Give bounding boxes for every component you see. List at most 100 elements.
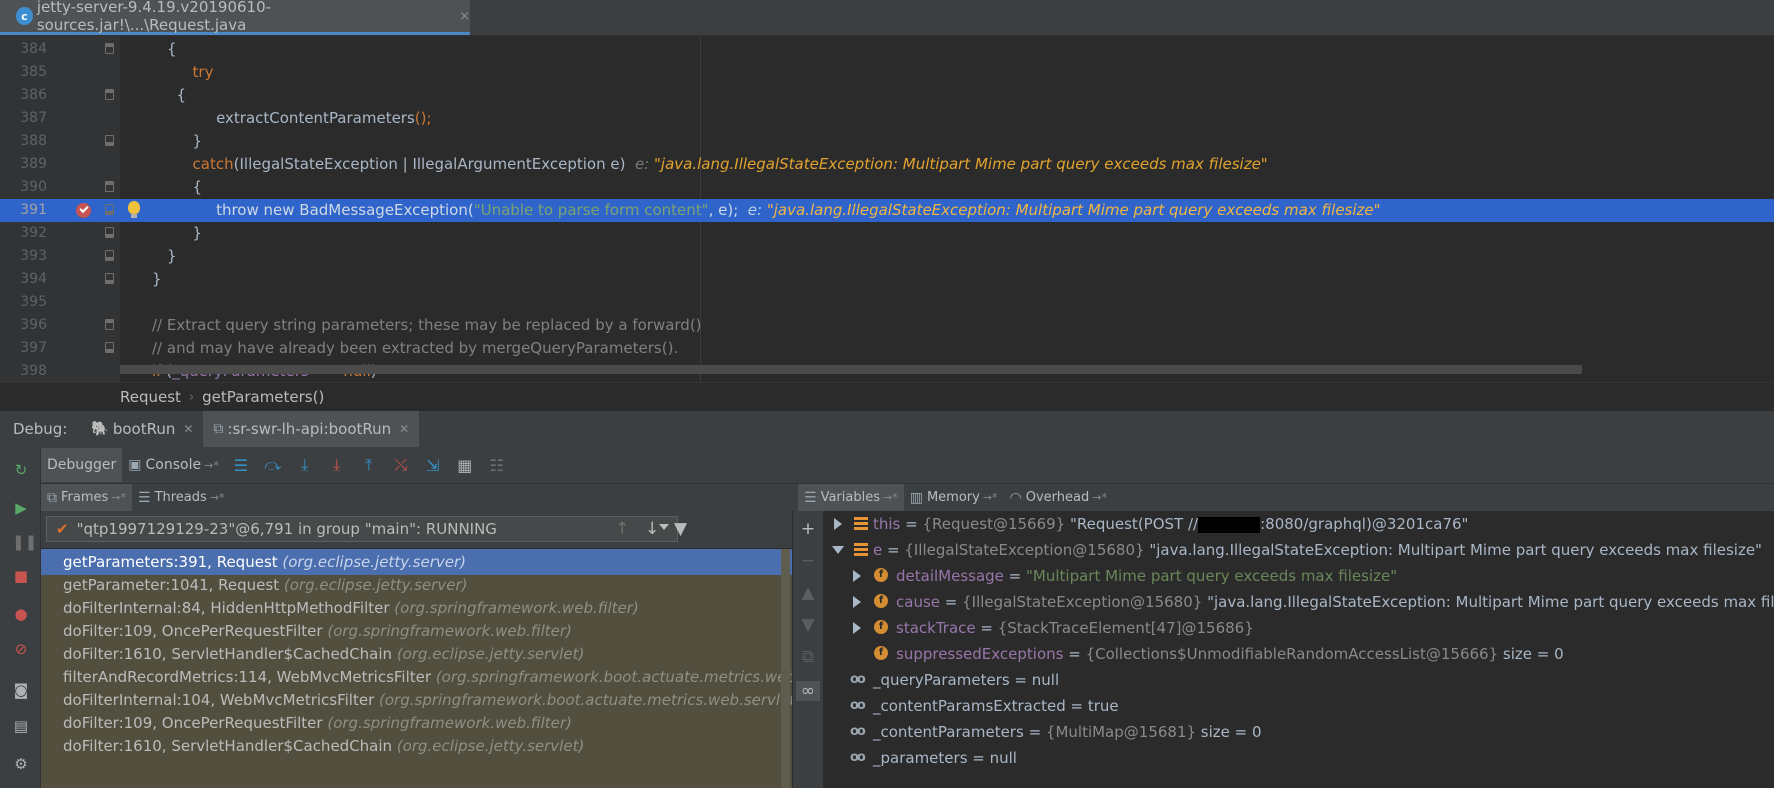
camera-icon[interactable]: ◙: [12, 681, 30, 699]
line-number[interactable]: 394: [0, 268, 47, 291]
layout-icon[interactable]: ▤: [12, 717, 30, 735]
editor-horizontal-scrollbar[interactable]: [120, 365, 1582, 374]
fold-marker-icon[interactable]: [105, 250, 114, 261]
code-line[interactable]: 386 {: [0, 84, 1774, 107]
evaluate-expression-icon[interactable]: ▦: [454, 456, 476, 475]
step-over-icon[interactable]: ⤼: [262, 455, 284, 475]
close-tab-icon[interactable]: ×: [459, 9, 470, 24]
show-watches-icon[interactable]: ∞: [796, 681, 820, 701]
fold-marker-icon[interactable]: [105, 342, 114, 353]
code-line[interactable]: 390 {: [0, 176, 1774, 199]
threads-tab[interactable]: ☰ Threads →*: [132, 484, 231, 511]
variable-row-parameters[interactable]: oo _parameters = null: [823, 745, 1017, 771]
fold-marker-icon[interactable]: [105, 273, 114, 284]
run-to-cursor-icon[interactable]: ⇲: [422, 456, 444, 475]
arrow-down-icon[interactable]: ↓: [645, 519, 659, 539]
fold-marker-icon[interactable]: [105, 181, 114, 192]
variable-row-detail-message[interactable]: f detailMessage = "Multipart Mime part q…: [823, 563, 1397, 589]
line-number[interactable]: 390: [0, 176, 47, 199]
line-number[interactable]: 397: [0, 337, 47, 360]
line-number[interactable]: 388: [0, 130, 47, 153]
frames-scrollbar[interactable]: [781, 549, 790, 788]
code-line[interactable]: 396 // Extract query string parameters; t…: [0, 314, 1774, 337]
editor-tab-request-java[interactable]: c jetty-server-9.4.19.v20190610-sources.…: [0, 0, 470, 35]
variables-tab[interactable]: ☰ Variables →*: [798, 484, 904, 511]
view-breakpoints-icon[interactable]: ●: [12, 605, 30, 623]
fold-marker-icon[interactable]: [105, 319, 114, 330]
code-line[interactable]: 391 throw new BadMessageException("Unabl…: [0, 199, 1774, 222]
intention-bulb-icon[interactable]: [128, 201, 140, 218]
line-number[interactable]: 392: [0, 222, 47, 245]
code-line[interactable]: 387 extractContentParameters();: [0, 107, 1774, 130]
code-line[interactable]: 395: [0, 291, 1774, 314]
force-step-into-icon[interactable]: ⤓: [326, 455, 348, 475]
pin-icon[interactable]: →*: [204, 459, 219, 472]
thread-selector[interactable]: ✔ "qtp1997129129-23"@6,791 in group "mai…: [46, 516, 678, 542]
line-number[interactable]: 398: [0, 360, 47, 382]
memory-tab[interactable]: ▥ Memory →*: [904, 484, 1004, 511]
code-line[interactable]: 384 {: [0, 38, 1774, 61]
code-editor[interactable]: 384{385 try 386 {387 extractContentParame…: [0, 36, 1774, 382]
collapse-arrow-icon[interactable]: [832, 546, 844, 554]
breadcrumb-class[interactable]: Request: [120, 388, 181, 406]
debugger-tab[interactable]: Debugger: [41, 448, 123, 482]
pin-icon[interactable]: →*: [983, 491, 998, 504]
overhead-tab[interactable]: ◠ Overhead →*: [1004, 484, 1113, 511]
line-number[interactable]: 395: [0, 291, 47, 314]
line-number[interactable]: 391: [0, 199, 47, 222]
line-number[interactable]: 384: [0, 38, 47, 61]
arrow-up-icon[interactable]: ↑: [615, 519, 629, 539]
code-line[interactable]: 385 try: [0, 61, 1774, 84]
mute-breakpoints-icon[interactable]: ⊘: [12, 640, 30, 658]
breakpoint-icon[interactable]: [76, 203, 91, 218]
fold-marker-icon[interactable]: [105, 135, 114, 146]
stop-icon[interactable]: ■: [12, 567, 30, 585]
fold-marker-icon[interactable]: [105, 89, 114, 100]
pin-icon[interactable]: →*: [1092, 491, 1107, 504]
fold-marker-icon[interactable]: [105, 204, 114, 215]
code-line[interactable]: 394}: [0, 268, 1774, 291]
code-line[interactable]: 393}: [0, 245, 1774, 268]
variable-row-this[interactable]: this = {Request@15669} "Request(POST //:…: [823, 511, 1468, 537]
line-number[interactable]: 396: [0, 314, 47, 337]
code-line[interactable]: 388 }: [0, 130, 1774, 153]
resume-icon[interactable]: ▶: [12, 499, 30, 517]
line-number[interactable]: 387: [0, 107, 47, 130]
filter-icon[interactable]: ▼: [674, 519, 687, 539]
pin-icon[interactable]: →*: [210, 491, 225, 504]
drop-frame-icon[interactable]: ⤯: [390, 455, 412, 475]
code-line[interactable]: 397 // and may have already been extracte…: [0, 337, 1774, 360]
expand-arrow-icon[interactable]: [853, 570, 861, 582]
copy-icon[interactable]: ⧉: [800, 647, 816, 667]
variable-row-query-parameters[interactable]: oo _queryParameters = null: [823, 667, 1059, 693]
expand-arrow-icon[interactable]: [834, 518, 842, 530]
debug-tab-sr-swr-lh-api[interactable]: ⧉ :sr-swr-lh-api:bootRun ✕: [203, 411, 420, 447]
close-icon[interactable]: ✕: [183, 422, 193, 436]
breadcrumb-method[interactable]: getParameters(): [202, 388, 324, 406]
variable-row-content-params-extracted[interactable]: oo _contentParamsExtracted = true: [823, 693, 1119, 719]
line-number[interactable]: 389: [0, 153, 47, 176]
expand-arrow-icon[interactable]: [853, 622, 861, 634]
variable-row-content-parameters[interactable]: oo _contentParameters = {MultiMap@15681}…: [823, 719, 1262, 745]
line-number[interactable]: 385: [0, 61, 47, 84]
variable-row-suppressed-exceptions[interactable]: f suppressedExceptions = {Collections$Un…: [823, 641, 1564, 667]
console-tab[interactable]: ▣ Console →*: [122, 448, 225, 482]
code-line[interactable]: 389 catch(IllegalStateException | Illega…: [0, 153, 1774, 176]
pin-icon[interactable]: →*: [111, 491, 126, 504]
gear-icon[interactable]: ⚙: [12, 755, 30, 773]
variable-row-cause[interactable]: f cause = {IllegalStateException@15680} …: [823, 589, 1774, 615]
expand-arrow-icon[interactable]: [853, 596, 861, 608]
move-up-icon[interactable]: ▲: [800, 583, 816, 603]
frame-row[interactable]: doFilter:1610, ServletHandler$CachedChai…: [41, 733, 792, 759]
fold-marker-icon[interactable]: [105, 43, 114, 54]
variable-row-stack-trace[interactable]: f stackTrace = {StackTraceElement[47]@15…: [823, 615, 1254, 641]
pause-icon[interactable]: ❚❚: [12, 533, 37, 551]
remove-watch-icon[interactable]: −: [800, 551, 816, 571]
line-number[interactable]: 386: [0, 84, 47, 107]
fold-marker-icon[interactable]: [105, 227, 114, 238]
line-number[interactable]: 393: [0, 245, 47, 268]
debug-tab-bootrun[interactable]: 🐘 bootRun ✕: [81, 411, 203, 447]
close-icon[interactable]: ✕: [399, 422, 409, 436]
frames-tab[interactable]: ⧉ Frames →*: [41, 484, 132, 511]
variable-row-e[interactable]: e = {IllegalStateException@15680} "java.…: [823, 537, 1762, 563]
